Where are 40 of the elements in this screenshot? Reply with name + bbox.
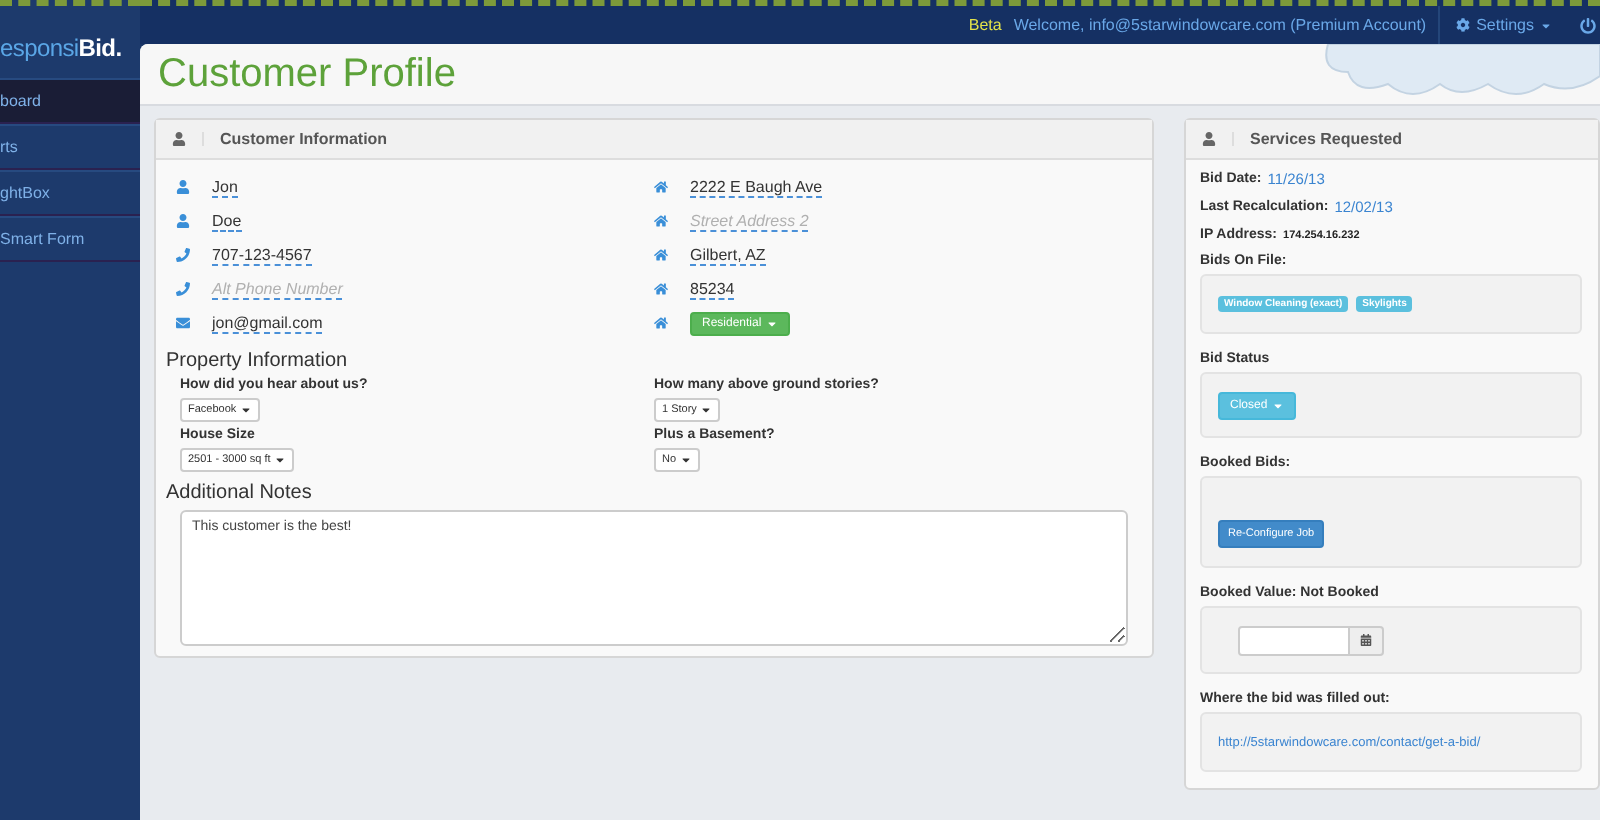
envelope-icon (176, 316, 192, 330)
welcome-text: Welcome, info@5starwindowcare.com (Premium Account) (1013, 16, 1427, 34)
house-icon (654, 214, 670, 228)
section-heading: Property Information (164, 348, 350, 372)
caret-icon (1271, 399, 1284, 411)
house-icon (654, 248, 670, 262)
power-icon[interactable] (1580, 17, 1596, 33)
section-heading: Additional Notes (164, 480, 314, 504)
person-icon (176, 214, 192, 228)
caret-icon (765, 317, 778, 329)
caret-icon (240, 404, 253, 416)
house-icon (654, 316, 670, 330)
house-icon (654, 180, 670, 194)
editable-field[interactable]: jon@gmail.com (212, 313, 323, 333)
date-field[interactable] (1238, 625, 1350, 655)
editable-field[interactable]: Jon (212, 177, 238, 197)
phone-icon (176, 282, 192, 296)
caret-icon (274, 454, 287, 466)
panel-title: Services Requested (1250, 130, 1403, 148)
phone-icon (176, 248, 192, 262)
editable-field[interactable]: Doe (212, 211, 242, 231)
panel-title: Customer Information (220, 130, 388, 148)
logo: esponsiBid. (0, 32, 124, 66)
calendar-icon[interactable] (1350, 625, 1384, 655)
sidebar-item[interactable]: rts (0, 124, 140, 170)
settings-icon (1456, 18, 1471, 32)
house-icon (654, 282, 670, 296)
person-icon (176, 180, 192, 194)
caret-icon (1540, 19, 1552, 31)
editable-field[interactable]: 2222 E Baugh Ave (690, 177, 823, 197)
caret-icon (680, 454, 693, 466)
sidebar-item[interactable]: board (0, 78, 140, 124)
sidebar-item[interactable]: ghtBox (0, 170, 140, 216)
editable-field[interactable]: 707-123-4567 (212, 245, 312, 265)
editable-field[interactable]: 85234 (690, 279, 735, 299)
editable-field[interactable]: Gilbert, AZ (690, 245, 766, 265)
caret-icon (700, 404, 713, 416)
page-title: Customer Profile (158, 51, 456, 97)
sidebar-item[interactable]: Smart Form (0, 216, 140, 262)
beta-label: Beta (968, 16, 1002, 34)
